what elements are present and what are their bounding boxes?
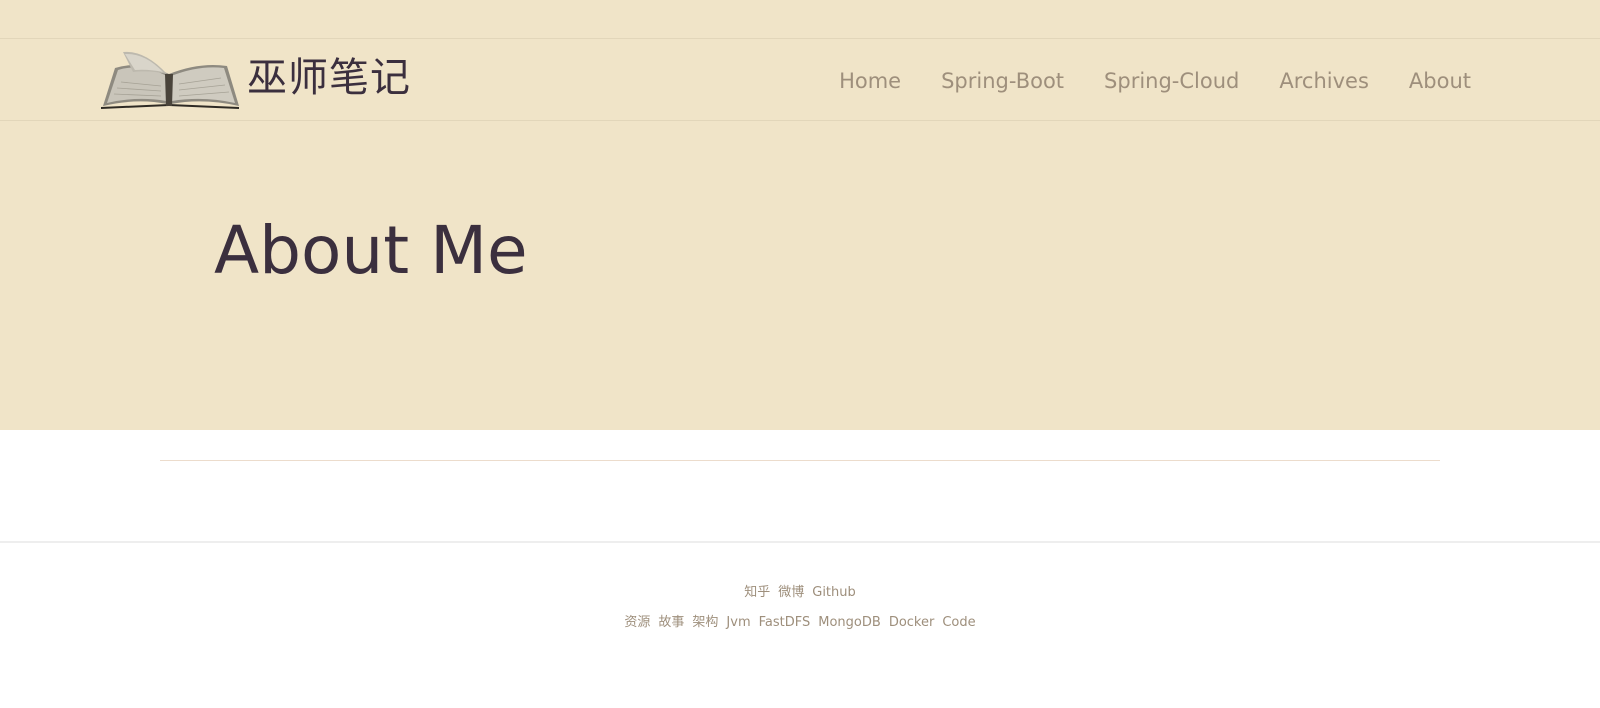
footer-social-links: 知乎 微博 Github bbox=[0, 584, 1600, 602]
main-nav: Home Spring-Boot Spring-Cloud Archives A… bbox=[839, 67, 1471, 95]
footer-link-weibo[interactable]: 微博 bbox=[778, 584, 804, 602]
page-title: About Me bbox=[214, 212, 528, 289]
nav-about[interactable]: About bbox=[1409, 67, 1471, 95]
hero-banner: About Me bbox=[0, 121, 1600, 430]
footer-topic-links: 资源 故事 架构 Jvm FastDFS MongoDB Docker Code bbox=[0, 614, 1600, 632]
footer-link-mongodb[interactable]: MongoDB bbox=[818, 614, 881, 632]
nav-archives[interactable]: Archives bbox=[1279, 67, 1369, 95]
footer-link-stories[interactable]: 故事 bbox=[658, 614, 684, 632]
nav-spring-cloud[interactable]: Spring-Cloud bbox=[1104, 67, 1239, 95]
open-book-icon bbox=[101, 51, 239, 109]
footer-link-github[interactable]: Github bbox=[812, 584, 856, 602]
footer-link-docker[interactable]: Docker bbox=[889, 614, 935, 632]
top-strip bbox=[0, 0, 1600, 39]
content-divider bbox=[160, 460, 1440, 461]
footer-link-resources[interactable]: 资源 bbox=[624, 614, 650, 632]
nav-home[interactable]: Home bbox=[839, 67, 901, 95]
footer-link-fastdfs[interactable]: FastDFS bbox=[759, 614, 811, 632]
nav-spring-boot[interactable]: Spring-Boot bbox=[941, 67, 1064, 95]
footer-link-zhihu[interactable]: 知乎 bbox=[744, 584, 770, 602]
footer-link-code[interactable]: Code bbox=[942, 614, 975, 632]
footer-divider bbox=[0, 541, 1600, 543]
footer-link-architecture[interactable]: 架构 bbox=[692, 614, 718, 632]
footer-link-jvm[interactable]: Jvm bbox=[726, 614, 750, 632]
site-header: 巫师笔记 Home Spring-Boot Spring-Cloud Archi… bbox=[0, 39, 1600, 121]
brand-link[interactable]: 巫师笔记 bbox=[99, 46, 411, 110]
brand-title: 巫师笔记 bbox=[247, 55, 411, 101]
